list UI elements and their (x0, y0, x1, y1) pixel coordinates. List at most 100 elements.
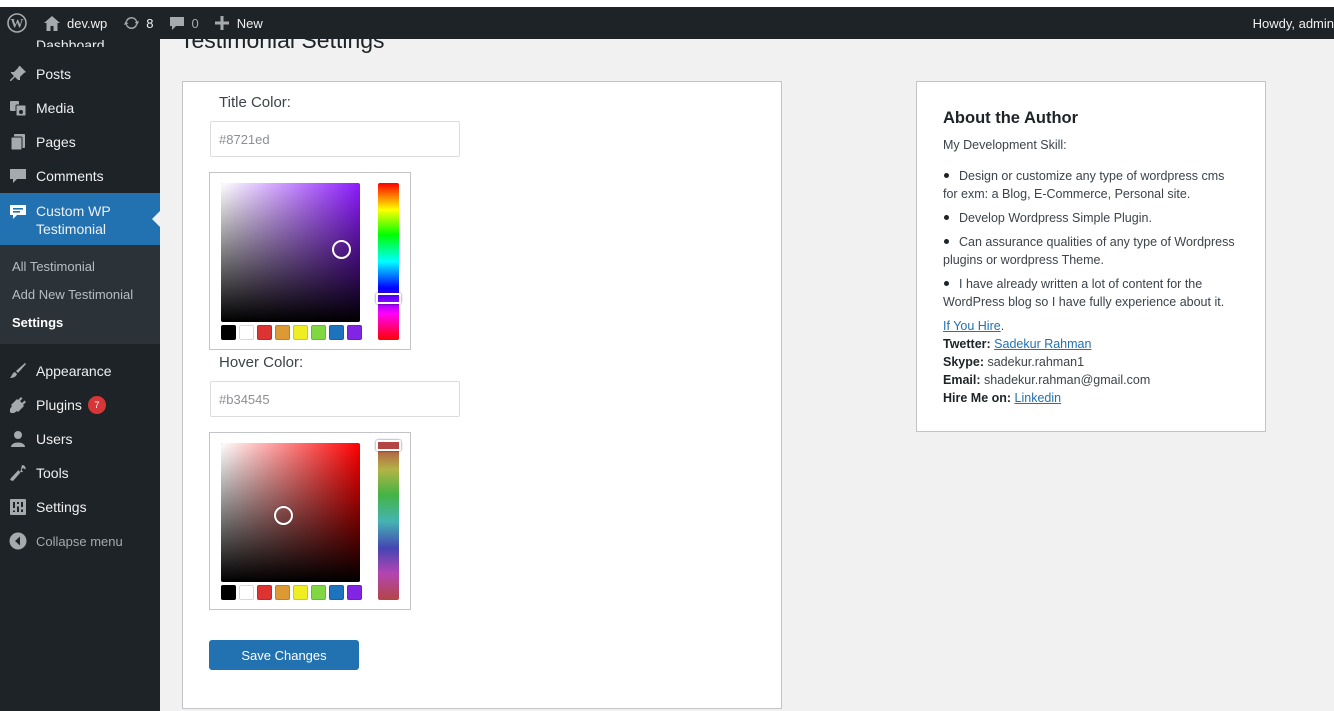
skype-row: Skype: sadekur.rahman1 (943, 353, 1239, 371)
title-hue-slider[interactable] (376, 183, 401, 340)
hover-hue-slider[interactable] (376, 440, 401, 600)
submenu-add-new-testimonial[interactable]: Add New Testimonial (0, 280, 160, 308)
menu-label: Settings (36, 499, 87, 515)
svg-text:W: W (11, 16, 24, 31)
plugin-icon (8, 395, 28, 415)
hover-color-picker (209, 432, 411, 610)
palette-swatch[interactable] (293, 585, 308, 600)
plugins-update-badge: 7 (87, 396, 106, 414)
skill-title: My Development Skill: (943, 138, 1067, 152)
list-item: Can assurance qualities of any type of W… (943, 235, 1235, 267)
author-heading: About the Author (943, 109, 1079, 127)
menu-label: Comments (36, 168, 104, 184)
skill-list: Design or customize any type of wordpres… (943, 167, 1239, 311)
plus-icon (214, 16, 229, 30)
palette-swatch[interactable] (311, 585, 326, 600)
collapse-menu-button[interactable]: Collapse menu (0, 524, 160, 558)
settings-panel: Title Color: Hover Color: Save Changes (182, 81, 782, 709)
new-content-link[interactable]: New (207, 7, 271, 39)
window-top-strip (0, 0, 1334, 7)
hire-me-row: Hire Me on: Linkedin (943, 389, 1239, 407)
menu-label: Posts (36, 66, 72, 82)
menu-item-users[interactable]: Users (0, 422, 160, 456)
menu-label: Pages (36, 134, 76, 150)
palette-swatch[interactable] (275, 325, 290, 340)
twitter-label: Twetter: (943, 337, 991, 351)
email-value: shadekur.rahman@gmail.com (984, 373, 1151, 387)
hover-saturation-handle[interactable] (274, 506, 293, 525)
menu-label: Custom WP Testimonial (36, 203, 111, 237)
menu-item-comments[interactable]: Comments (0, 159, 160, 193)
palette-swatch[interactable] (257, 585, 272, 600)
list-item: I have already written a lot of content … (943, 277, 1225, 309)
testimonial-submenu: All Testimonial Add New Testimonial Sett… (0, 245, 160, 344)
twitter-row: Twetter: Sadekur Rahman (943, 335, 1239, 353)
palette-swatch[interactable] (311, 325, 326, 340)
title-saturation-handle[interactable] (332, 240, 351, 259)
menu-item-media[interactable]: Media (0, 91, 160, 125)
title-color-picker (209, 172, 411, 350)
comments-link[interactable]: 0 (161, 7, 206, 39)
palette-swatch[interactable] (239, 325, 254, 340)
about-author-box: About the Author My Development Skill: D… (916, 81, 1266, 432)
menu-item-custom-wp-testimonial[interactable]: Custom WP Testimonial (0, 193, 160, 245)
menu-item-plugins[interactable]: Plugins 7 (0, 388, 160, 422)
if-you-hire-link[interactable]: If You Hire (943, 319, 1001, 333)
title-hue-handle[interactable] (376, 293, 401, 304)
palette-swatch[interactable] (329, 585, 344, 600)
email-row: Email: shadekur.rahman@gmail.com (943, 371, 1239, 389)
menu-item-pages[interactable]: Pages (0, 125, 160, 159)
title-color-input[interactable] (210, 121, 460, 157)
hover-color-input[interactable] (210, 381, 460, 417)
comments-count: 0 (191, 15, 199, 31)
menu-label: Appearance (36, 363, 112, 379)
menu-label: Collapse menu (36, 533, 123, 549)
skype-value: sadekur.rahman1 (987, 355, 1085, 369)
twitter-link[interactable]: Sadekur Rahman (994, 337, 1091, 351)
linkedin-link[interactable]: Linkedin (1015, 391, 1062, 405)
palette-swatch[interactable] (221, 325, 236, 340)
site-name: dev.wp (67, 15, 108, 31)
home-icon (44, 15, 60, 31)
title-saturation-area[interactable] (221, 183, 360, 322)
comment-bubble-icon (169, 16, 185, 31)
palette-swatch[interactable] (347, 585, 362, 600)
submenu-all-testimonial[interactable]: All Testimonial (0, 252, 160, 280)
palette-swatch[interactable] (239, 585, 254, 600)
bullet-icon (944, 239, 949, 245)
title-palette (221, 325, 362, 340)
brush-icon (8, 361, 28, 381)
list-item: Design or customize any type of wordpres… (943, 169, 1225, 201)
menu-label: Tools (36, 465, 69, 481)
menu-label: Media (36, 100, 75, 116)
wordpress-logo-icon[interactable]: W (0, 7, 36, 39)
palette-swatch[interactable] (329, 325, 344, 340)
palette-swatch[interactable] (347, 325, 362, 340)
save-changes-button[interactable]: Save Changes (209, 640, 359, 670)
menu-item-posts[interactable]: Posts (0, 57, 160, 91)
menu-item-dashboard[interactable]: Dashboard (0, 39, 160, 47)
hover-hue-handle[interactable] (376, 440, 401, 451)
bullet-icon (944, 281, 949, 287)
palette-swatch[interactable] (221, 585, 236, 600)
howdy-text: Howdy, admin (1252, 15, 1334, 31)
palette-swatch[interactable] (275, 585, 290, 600)
hover-color-label: Hover Color: (219, 354, 304, 371)
submenu-settings[interactable]: Settings (0, 308, 160, 336)
menu-item-tools[interactable]: Tools (0, 456, 160, 490)
menu-label: Users (36, 431, 73, 447)
pin-icon (8, 64, 28, 84)
title-color-label: Title Color: (219, 94, 291, 111)
menu-label: Dashboard (36, 39, 105, 47)
site-name-link[interactable]: dev.wp (36, 7, 115, 39)
hover-saturation-area[interactable] (221, 443, 360, 582)
palette-swatch[interactable] (293, 325, 308, 340)
new-label: New (236, 15, 263, 31)
updates-link[interactable]: 8 (115, 7, 161, 39)
bullet-icon (944, 215, 949, 221)
palette-swatch[interactable] (257, 325, 272, 340)
menu-item-appearance[interactable]: Appearance (0, 354, 160, 388)
menu-item-settings[interactable]: Settings (0, 490, 160, 524)
dashboard-icon (8, 39, 28, 47)
my-account-link[interactable]: Howdy, admin (1253, 7, 1334, 39)
